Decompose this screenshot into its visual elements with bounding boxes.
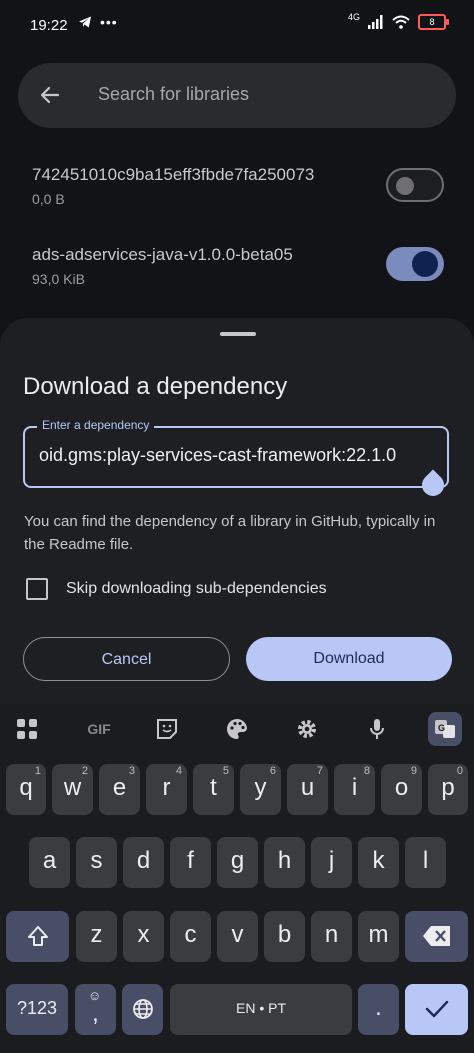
library-toggle[interactable] xyxy=(386,247,444,281)
palette-icon[interactable] xyxy=(222,714,252,744)
key-s[interactable]: s xyxy=(76,837,117,888)
skip-subdependencies-row[interactable]: Skip downloading sub-dependencies xyxy=(26,578,327,600)
cancel-button[interactable]: Cancel xyxy=(23,637,230,681)
key-c[interactable]: c xyxy=(170,911,211,962)
download-button[interactable]: Download xyxy=(246,637,452,681)
search-input[interactable] xyxy=(96,83,400,106)
library-toggle[interactable] xyxy=(386,168,444,202)
key-hint: 8 xyxy=(363,765,370,777)
key-x[interactable]: x xyxy=(123,911,164,962)
space-key[interactable]: EN • PT xyxy=(170,984,352,1035)
skip-subdependencies-checkbox[interactable] xyxy=(26,578,48,600)
globe-icon xyxy=(132,999,153,1019)
key-z[interactable]: z xyxy=(76,911,117,962)
key-hint: 4 xyxy=(175,765,182,777)
signal-icon xyxy=(368,15,383,29)
settings-gear-icon[interactable] xyxy=(292,714,322,744)
key-hint: 7 xyxy=(316,765,323,777)
dependency-input[interactable] xyxy=(37,444,439,467)
key-y[interactable]: 6y xyxy=(240,764,281,815)
key-m[interactable]: m xyxy=(358,911,399,962)
network-type: 4G xyxy=(347,12,360,22)
more-notifications-icon: ••• xyxy=(100,14,118,30)
telegram-icon xyxy=(79,16,91,28)
battery-level: 8 xyxy=(429,17,435,27)
translate-icon[interactable]: G xyxy=(428,712,462,746)
key-hint: 0 xyxy=(456,765,463,777)
toggle-knob xyxy=(396,177,414,195)
keyboard: GIF G 1q 2w 3e 4r 5t 6y 7u 8i 9o 0p a s … xyxy=(0,704,474,1053)
key-g[interactable]: g xyxy=(217,837,258,888)
emoji-comma-key[interactable]: ☺ , xyxy=(75,984,116,1035)
key-l[interactable]: l xyxy=(405,837,446,888)
key-d[interactable]: d xyxy=(123,837,164,888)
sheet-title: Download a dependency xyxy=(23,373,288,400)
key-p[interactable]: 0p xyxy=(428,764,468,815)
keyboard-toolbar: GIF G xyxy=(0,704,474,754)
key-a[interactable]: a xyxy=(29,837,70,888)
drag-handle[interactable] xyxy=(220,332,256,336)
key-i[interactable]: 8i xyxy=(334,764,375,815)
key-k[interactable]: k xyxy=(358,837,399,888)
key-r[interactable]: 4r xyxy=(146,764,187,815)
key-n[interactable]: n xyxy=(311,911,352,962)
comma-label: , xyxy=(92,1000,99,1027)
status-time: 19:22 xyxy=(30,17,68,34)
library-row[interactable]: ads-adservices-java-v1.0.0-beta05 93,0 K… xyxy=(32,245,452,287)
enter-key[interactable] xyxy=(405,984,468,1035)
shift-icon xyxy=(27,926,48,946)
apps-grid-icon[interactable] xyxy=(12,714,42,744)
key-hint: 6 xyxy=(269,765,276,777)
checkmark-icon xyxy=(425,1000,448,1018)
shift-key[interactable] xyxy=(6,911,69,962)
key-v[interactable]: v xyxy=(217,911,258,962)
key-u[interactable]: 7u xyxy=(287,764,328,815)
backspace-icon xyxy=(422,926,450,946)
status-right-icons: 4G 8 xyxy=(347,12,449,30)
battery-icon: 8 xyxy=(418,14,449,30)
checkbox-label: Skip downloading sub-dependencies xyxy=(66,580,327,597)
dependency-field[interactable]: Enter a dependency xyxy=(23,418,449,488)
backspace-key[interactable] xyxy=(405,911,468,962)
language-key[interactable] xyxy=(122,984,163,1035)
key-hint: 1 xyxy=(34,765,41,777)
key-h[interactable]: h xyxy=(264,837,305,888)
status-bar: 19:22 ••• 4G 8 xyxy=(0,0,474,52)
symbols-key[interactable]: ?123 xyxy=(6,984,68,1035)
dependency-field-label: Enter a dependency xyxy=(37,418,155,432)
toggle-knob xyxy=(412,251,438,277)
key-t[interactable]: 5t xyxy=(193,764,234,815)
microphone-icon[interactable] xyxy=(362,714,392,744)
gif-button[interactable]: GIF xyxy=(82,714,116,744)
status-left-icons: ••• xyxy=(78,14,118,30)
search-bar[interactable] xyxy=(18,63,456,128)
key-hint: 2 xyxy=(81,765,88,777)
back-arrow-icon[interactable] xyxy=(38,83,62,107)
key-q[interactable]: 1q xyxy=(6,764,46,815)
key-e[interactable]: 3e xyxy=(99,764,140,815)
sticker-icon[interactable] xyxy=(152,714,182,744)
key-b[interactable]: b xyxy=(264,911,305,962)
wifi-icon xyxy=(392,15,410,29)
key-j[interactable]: j xyxy=(311,837,352,888)
key-f[interactable]: f xyxy=(170,837,211,888)
key-w[interactable]: 2w xyxy=(52,764,93,815)
period-key[interactable]: . xyxy=(358,984,399,1035)
key-o[interactable]: 9o xyxy=(381,764,422,815)
key-hint: 9 xyxy=(410,765,417,777)
library-row[interactable]: 742451010c9ba15eff3fbde7fa250073 0,0 B xyxy=(32,165,452,207)
key-hint: 3 xyxy=(128,765,135,777)
svg-text:G: G xyxy=(438,723,445,733)
key-hint: 5 xyxy=(222,765,229,777)
helper-text: You can find the dependency of a library… xyxy=(24,513,436,553)
